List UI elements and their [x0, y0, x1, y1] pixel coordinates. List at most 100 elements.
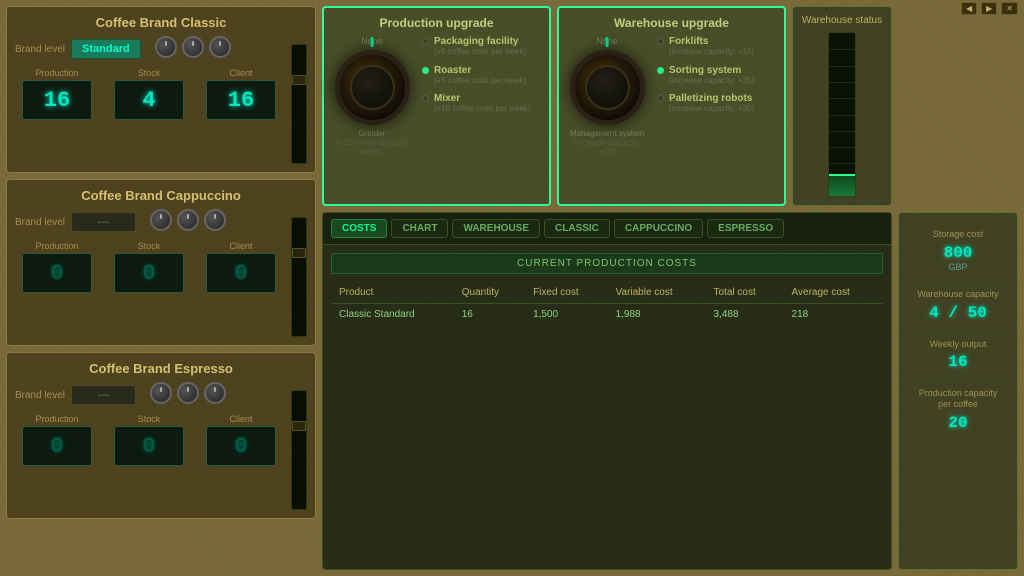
knob-3-classic[interactable] — [209, 36, 231, 58]
palletizing-dot — [657, 95, 664, 102]
slider-classic[interactable] — [291, 44, 307, 164]
brand-card-classic: Coffee Brand Classic Brand level Standar… — [6, 6, 316, 173]
col-quantity: Quantity — [454, 282, 525, 304]
cell-quantity: 16 — [454, 304, 525, 326]
packaging-desc: (+5 coffee units per week) — [434, 47, 526, 57]
col-variable: Variable cost — [608, 282, 706, 304]
tab-warehouse[interactable]: WAREHOUSE — [452, 219, 540, 238]
palletizing-desc: (increase capacity: +30) — [669, 104, 754, 114]
stock-value-classic: 4 — [114, 80, 184, 120]
warehouse-meter — [828, 32, 856, 197]
brand-card-cappuccino: Coffee Brand Cappuccino Brand level --- — [6, 179, 316, 346]
brand-level-label-capp: Brand level — [15, 217, 65, 228]
brand-title-cappuccino: Coffee Brand Cappuccino — [15, 188, 307, 203]
tick-6 — [829, 131, 855, 132]
production-upgrade-box: Production upgrade None Grinder(+10 coff… — [322, 6, 551, 206]
brand-level-btn-classic[interactable]: Standard — [71, 39, 141, 59]
slider-esp[interactable] — [291, 390, 307, 510]
knob-2-classic[interactable] — [182, 36, 204, 58]
packaging-name: Packaging facility — [434, 36, 526, 47]
production-dial[interactable] — [335, 50, 410, 125]
packaging-dot — [422, 38, 429, 45]
production-dial-inner — [350, 65, 395, 110]
sorting-dot — [657, 67, 664, 74]
warehouse-dial[interactable] — [570, 50, 645, 125]
production-bottom-label: Grinder(+10 coffee units per week) — [332, 129, 412, 156]
prod-cap-value: 20 — [911, 414, 1005, 432]
production-dial-area: None Grinder(+10 coffee units per week) — [332, 36, 412, 156]
weekly-label: Weekly output — [911, 339, 1005, 350]
warehouse-dial-marker — [606, 37, 609, 47]
close-btn[interactable]: ✕ — [1001, 2, 1018, 15]
stock-label-capp: Stock — [138, 241, 161, 251]
wh-opt-palletizing: Palletizing robots (increase capacity: +… — [657, 93, 776, 114]
production-value-capp: 0 — [22, 253, 92, 293]
prev-btn[interactable]: ◀ — [961, 2, 977, 15]
wh-opt-sorting: Sorting system (increase capacity: +35) — [657, 65, 776, 86]
warehouse-upgrade-title: Warehouse upgrade — [567, 16, 776, 30]
cell-total: 3,488 — [706, 304, 784, 326]
production-options: Packaging facility (+5 coffee units per … — [422, 36, 541, 156]
tab-cappuccino[interactable]: CAPPUCCINO — [614, 219, 703, 238]
tabs-row: COSTS CHART WAREHOUSE CLASSIC CAPPUCCINO… — [323, 213, 891, 245]
client-value-esp: 0 — [206, 426, 276, 466]
production-label-esp: Production — [35, 414, 78, 424]
production-label-capp: Production — [35, 241, 78, 251]
knob-2-esp[interactable] — [177, 382, 199, 404]
slider-knob-capp[interactable] — [292, 248, 306, 258]
warehouse-fill — [829, 176, 855, 196]
knob-3-esp[interactable] — [204, 382, 226, 404]
roaster-name: Roaster — [434, 65, 526, 76]
warehouse-status-title: Warehouse status — [802, 15, 882, 26]
forklifts-desc: (increase capacity: +15) — [669, 47, 754, 57]
production-value-classic: 16 — [22, 80, 92, 120]
tick-5 — [829, 115, 855, 116]
prod-opt-mixer: Mixer (+10 coffee units per week) — [422, 93, 541, 114]
main-layout: Coffee Brand Classic Brand level Standar… — [0, 0, 1024, 576]
mixer-name: Mixer — [434, 93, 531, 104]
table-section: CURRENT PRODUCTION COSTS Product Quantit… — [323, 245, 891, 569]
cell-product: Classic Standard — [331, 304, 454, 326]
stock-label-esp: Stock — [138, 414, 161, 424]
col-average: Average cost — [784, 282, 883, 304]
knob-3-capp[interactable] — [204, 209, 226, 231]
roaster-dot — [422, 67, 429, 74]
brand-level-btn-capp[interactable]: --- — [71, 212, 136, 232]
knob-2-capp[interactable] — [177, 209, 199, 231]
wh-cap-label: Warehouse capacity — [911, 289, 1005, 300]
col-fixed: Fixed cost — [525, 282, 608, 304]
brand-level-label-esp: Brand level — [15, 390, 65, 401]
slider-knob-esp[interactable] — [292, 421, 306, 431]
client-label-esp: Client — [229, 414, 252, 424]
window-controls: ◀ ▶ ✕ — [961, 2, 1018, 15]
slider-capp[interactable] — [291, 217, 307, 337]
cell-fixed: 1,500 — [525, 304, 608, 326]
next-btn[interactable]: ▶ — [981, 2, 997, 15]
tab-costs[interactable]: COSTS — [331, 219, 387, 238]
slider-knob-classic[interactable] — [292, 75, 306, 85]
tab-chart[interactable]: CHART — [391, 219, 448, 238]
wh-opt-forklifts: Forklifts (increase capacity: +15) — [657, 36, 776, 57]
stats-wh-capacity: Warehouse capacity 4 / 50 — [907, 281, 1009, 331]
production-label-classic: Production — [35, 68, 78, 78]
stock-label-classic: Stock — [138, 68, 161, 78]
mixer-dot — [422, 95, 429, 102]
storage-label: Storage cost — [911, 229, 1005, 240]
tick-2 — [829, 66, 855, 67]
brand-level-btn-esp[interactable]: --- — [71, 385, 136, 405]
tab-classic[interactable]: CLASSIC — [544, 219, 610, 238]
knob-1-esp[interactable] — [150, 382, 172, 404]
left-panel: Coffee Brand Classic Brand level Standar… — [6, 6, 316, 570]
top-section: Production upgrade None Grinder(+10 coff… — [322, 6, 892, 206]
weekly-value: 16 — [911, 353, 1005, 371]
warehouse-bottom-label: Management system(increase capacity: +30… — [567, 129, 647, 156]
warehouse-indicator — [829, 174, 855, 176]
stats-prod-capacity: Production capacity per coffee 20 — [907, 380, 1009, 440]
costs-header: CURRENT PRODUCTION COSTS — [331, 253, 883, 274]
prod-cap-label: Production capacity per coffee — [911, 388, 1005, 410]
warehouse-options: Forklifts (increase capacity: +15) Sorti… — [657, 36, 776, 156]
forklifts-dot — [657, 38, 664, 45]
knob-1-capp[interactable] — [150, 209, 172, 231]
knob-1-classic[interactable] — [155, 36, 177, 58]
tab-espresso[interactable]: ESPRESSO — [707, 219, 784, 238]
